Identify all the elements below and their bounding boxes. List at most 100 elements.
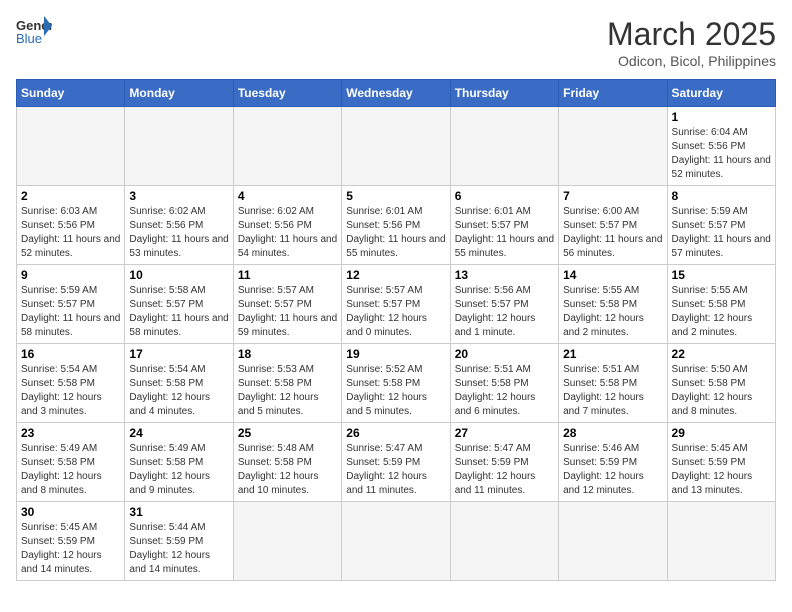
day-number: 12 (346, 268, 445, 282)
weekday-thursday: Thursday (450, 80, 558, 107)
day-number: 18 (238, 347, 337, 361)
location: Odicon, Bicol, Philippines (607, 53, 776, 69)
day-info: Sunrise: 5:59 AMSunset: 5:57 PMDaylight:… (672, 205, 771, 261)
calendar-cell: 29 Sunrise: 5:45 AMSunset: 5:59 PMDayligh… (667, 423, 775, 502)
day-number: 22 (672, 347, 771, 361)
day-number: 15 (672, 268, 771, 282)
calendar-cell: 28 Sunrise: 5:46 AMSunset: 5:59 PMDayligh… (559, 423, 667, 502)
calendar-cell: 22Sunrise: 5:50 AMSunset: 5:58 PMDayligh… (667, 344, 775, 423)
day-number: 23 (21, 426, 120, 440)
day-info: Sunrise: 5:47 AMSunset: 5:59 PMDaylight:… (346, 442, 445, 498)
calendar-cell: 15 Sunrise: 5:55 AMSunset: 5:58 PMDayligh… (667, 265, 775, 344)
day-info: Sunrise: 5:45 AMSunset: 5:59 PMDaylight:… (21, 521, 120, 577)
calendar-cell: 4Sunrise: 6:02 AMSunset: 5:56 PMDaylight… (233, 186, 341, 265)
calendar-week-row: 16 Sunrise: 5:54 AMSunset: 5:58 PMDayligh… (17, 344, 776, 423)
day-info: Sunrise: 5:56 AMSunset: 5:57 PMDaylight:… (455, 284, 554, 340)
weekday-monday: Monday (125, 80, 233, 107)
day-number: 16 (21, 347, 120, 361)
weekday-header-row: SundayMondayTuesdayWednesdayThursdayFrid… (17, 80, 776, 107)
day-number: 10 (129, 268, 228, 282)
day-number: 31 (129, 505, 228, 519)
calendar-cell: 10 Sunrise: 5:58 AMSunset: 5:57 PMDayligh… (125, 265, 233, 344)
page-header: General Blue March 2025 Odicon, Bicol, P… (16, 16, 776, 69)
month-year: March 2025 (607, 16, 776, 53)
calendar-cell: 26 Sunrise: 5:47 AMSunset: 5:59 PMDayligh… (342, 423, 450, 502)
day-info: Sunrise: 6:01 AMSunset: 5:57 PMDaylight:… (455, 205, 554, 261)
day-number: 20 (455, 347, 554, 361)
calendar-week-row: 30Sunrise: 5:45 AMSunset: 5:59 PMDayligh… (17, 502, 776, 581)
day-info: Sunrise: 6:03 AMSunset: 5:56 PMDaylight:… (21, 205, 120, 261)
day-info: Sunrise: 5:55 AMSunset: 5:58 PMDaylight:… (672, 284, 771, 340)
calendar-cell (17, 107, 125, 186)
calendar-cell: 7Sunrise: 6:00 AMSunset: 5:57 PMDaylight… (559, 186, 667, 265)
day-number: 29 (672, 426, 771, 440)
calendar-body: 1Sunrise: 6:04 AMSunset: 5:56 PMDaylight… (17, 107, 776, 581)
day-number: 14 (563, 268, 662, 282)
day-info: Sunrise: 5:44 AMSunset: 5:59 PMDaylight:… (129, 521, 228, 577)
day-info: Sunrise: 5:53 AMSunset: 5:58 PMDaylight:… (238, 363, 337, 419)
day-info: Sunrise: 6:01 AMSunset: 5:56 PMDaylight:… (346, 205, 445, 261)
day-info: Sunrise: 5:55 AMSunset: 5:58 PMDaylight:… (563, 284, 662, 340)
title-block: March 2025 Odicon, Bicol, Philippines (607, 16, 776, 69)
day-number: 7 (563, 189, 662, 203)
day-info: Sunrise: 5:49 AMSunset: 5:58 PMDaylight:… (129, 442, 228, 498)
calendar-week-row: 23 Sunrise: 5:49 AMSunset: 5:58 PMDayligh… (17, 423, 776, 502)
day-number: 21 (563, 347, 662, 361)
day-info: Sunrise: 5:59 AMSunset: 5:57 PMDaylight:… (21, 284, 120, 340)
calendar-cell (559, 107, 667, 186)
calendar-cell (125, 107, 233, 186)
day-number: 19 (346, 347, 445, 361)
weekday-sunday: Sunday (17, 80, 125, 107)
day-number: 5 (346, 189, 445, 203)
day-info: Sunrise: 5:46 AMSunset: 5:59 PMDaylight:… (563, 442, 662, 498)
day-number: 9 (21, 268, 120, 282)
calendar-week-row: 9 Sunrise: 5:59 AMSunset: 5:57 PMDaylight… (17, 265, 776, 344)
day-info: Sunrise: 5:58 AMSunset: 5:57 PMDaylight:… (129, 284, 228, 340)
calendar-cell: 8Sunrise: 5:59 AMSunset: 5:57 PMDaylight… (667, 186, 775, 265)
weekday-saturday: Saturday (667, 80, 775, 107)
day-info: Sunrise: 5:57 AMSunset: 5:57 PMDaylight:… (238, 284, 337, 340)
calendar-cell (233, 107, 341, 186)
day-number: 13 (455, 268, 554, 282)
calendar-cell: 12 Sunrise: 5:57 AMSunset: 5:57 PMDayligh… (342, 265, 450, 344)
day-number: 27 (455, 426, 554, 440)
calendar-cell: 5 Sunrise: 6:01 AMSunset: 5:56 PMDaylight… (342, 186, 450, 265)
day-number: 3 (129, 189, 228, 203)
day-number: 28 (563, 426, 662, 440)
calendar-cell: 23Sunrise: 5:49 AMSunset: 5:58 PMDayligh… (17, 423, 125, 502)
calendar-cell: 2Sunrise: 6:03 AMSunset: 5:56 PMDaylight… (17, 186, 125, 265)
calendar-cell (342, 107, 450, 186)
calendar-cell: 6 Sunrise: 6:01 AMSunset: 5:57 PMDaylight… (450, 186, 558, 265)
logo-icon: General Blue (16, 16, 52, 46)
day-number: 26 (346, 426, 445, 440)
day-info: Sunrise: 5:57 AMSunset: 5:57 PMDaylight:… (346, 284, 445, 340)
calendar-cell: 16Sunrise: 5:54 AMSunset: 5:58 PMDayligh… (17, 344, 125, 423)
calendar-cell: 19 Sunrise: 5:52 AMSunset: 5:58 PMDayligh… (342, 344, 450, 423)
calendar-cell: 27Sunrise: 5:47 AMSunset: 5:59 PMDayligh… (450, 423, 558, 502)
day-number: 1 (672, 110, 771, 124)
day-number: 17 (129, 347, 228, 361)
calendar-cell: 17 Sunrise: 5:54 AMSunset: 5:58 PMDayligh… (125, 344, 233, 423)
day-info: Sunrise: 6:02 AMSunset: 5:56 PMDaylight:… (238, 205, 337, 261)
logo: General Blue (16, 16, 52, 46)
day-number: 6 (455, 189, 554, 203)
calendar-cell: 11Sunrise: 5:57 AMSunset: 5:57 PMDayligh… (233, 265, 341, 344)
calendar-week-row: 1Sunrise: 6:04 AMSunset: 5:56 PMDaylight… (17, 107, 776, 186)
day-info: Sunrise: 5:48 AMSunset: 5:58 PMDaylight:… (238, 442, 337, 498)
day-info: Sunrise: 5:51 AMSunset: 5:58 PMDaylight:… (455, 363, 554, 419)
calendar-cell: 9 Sunrise: 5:59 AMSunset: 5:57 PMDaylight… (17, 265, 125, 344)
calendar-cell: 14 Sunrise: 5:55 AMSunset: 5:58 PMDayligh… (559, 265, 667, 344)
calendar-cell (667, 502, 775, 581)
weekday-friday: Friday (559, 80, 667, 107)
calendar-cell: 30Sunrise: 5:45 AMSunset: 5:59 PMDayligh… (17, 502, 125, 581)
weekday-wednesday: Wednesday (342, 80, 450, 107)
day-number: 25 (238, 426, 337, 440)
day-info: Sunrise: 5:54 AMSunset: 5:58 PMDaylight:… (129, 363, 228, 419)
calendar-cell (233, 502, 341, 581)
day-info: Sunrise: 5:45 AMSunset: 5:59 PMDaylight:… (672, 442, 771, 498)
calendar-table: SundayMondayTuesdayWednesdayThursdayFrid… (16, 79, 776, 581)
day-info: Sunrise: 5:51 AMSunset: 5:58 PMDaylight:… (563, 363, 662, 419)
calendar-cell: 25 Sunrise: 5:48 AMSunset: 5:58 PMDayligh… (233, 423, 341, 502)
svg-text:Blue: Blue (16, 31, 42, 46)
day-info: Sunrise: 5:52 AMSunset: 5:58 PMDaylight:… (346, 363, 445, 419)
